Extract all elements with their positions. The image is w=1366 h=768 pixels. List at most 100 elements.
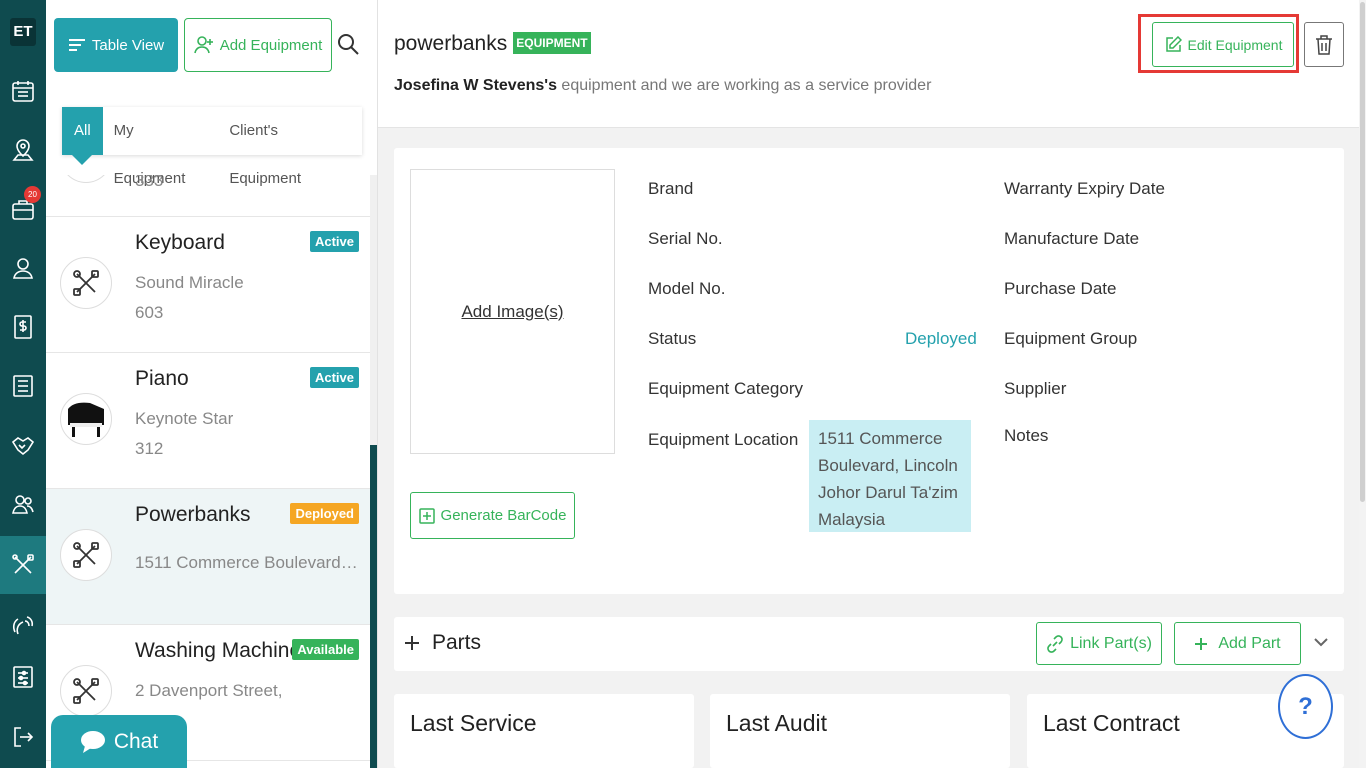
generate-barcode-label: Generate BarCode (440, 507, 567, 524)
status-badge: Deployed (290, 503, 359, 524)
location-label: Equipment Location (648, 430, 799, 449)
page-scrollbar-thumb[interactable] (1360, 2, 1365, 502)
list-item-name: Washing Machine (135, 639, 302, 662)
owner-description-text: equipment and we are working as a servic… (556, 77, 932, 94)
notification-badge: 20 (24, 186, 41, 203)
list-icon[interactable] (0, 357, 46, 415)
list-item-name: Powerbanks (135, 503, 251, 526)
add-equipment-button[interactable]: Add Equipment (184, 18, 332, 72)
plus-icon (1195, 637, 1208, 650)
equipment-info-card: Add Image(s) Generate BarCode Brand Seri… (394, 148, 1344, 594)
list-scrollbar-thumb[interactable] (370, 445, 377, 768)
piano-image (60, 393, 112, 445)
location-value: 1511 Commerce Boulevard, Lincoln Johor D… (809, 420, 971, 532)
filter-tab-all[interactable]: All (62, 107, 103, 165)
status-badge: Active (309, 367, 359, 388)
filter-tab-my-equipment[interactable]: My Equipment (103, 107, 219, 187)
equipment-type-tag: EQUIPMENT (513, 32, 591, 54)
app-logo[interactable]: ET (10, 18, 36, 46)
equipment-filter-tabs: All My Equipment Client's Equipment (62, 107, 362, 187)
list-item-address: 1511 Commerce Boulevard, Li... (135, 553, 361, 572)
location-line: Boulevard, Lincoln (818, 456, 958, 475)
list-item-name: Keyboard (135, 231, 225, 254)
page-title: powerbanks EQUIPMENT (394, 32, 591, 56)
category-label: Equipment Category (648, 379, 803, 398)
chat-button[interactable]: Chat (51, 715, 187, 768)
location-line: Johor Darul Ta'zim (818, 483, 958, 502)
model-label: Model No. (648, 279, 726, 298)
page-scrollbar[interactable] (1359, 0, 1366, 768)
add-equipment-label: Add Equipment (219, 36, 323, 54)
edit-equipment-label: Edit Equipment (1187, 36, 1283, 53)
tools-icon (60, 257, 112, 309)
last-audit-card: Last Audit (710, 694, 1010, 768)
calendar-icon[interactable] (0, 62, 46, 120)
table-view-button[interactable]: Table View (54, 18, 178, 72)
location-line: 1511 Commerce (818, 429, 943, 448)
generate-barcode-button[interactable]: Generate BarCode (410, 492, 575, 539)
handshake-icon[interactable] (0, 416, 46, 474)
invoice-dollar-icon[interactable] (0, 298, 46, 356)
list-item[interactable]: 333 (46, 175, 370, 217)
help-button[interactable]: ? (1278, 674, 1333, 739)
parts-section: Parts Link Part(s) Add Part (394, 617, 1344, 671)
chat-label: Chat (113, 729, 159, 753)
last-service-title: Last Service (410, 710, 537, 736)
filter-tab-clients-equipment[interactable]: Client's Equipment (218, 107, 362, 187)
search-icon[interactable] (336, 32, 362, 58)
user-icon[interactable] (0, 239, 46, 297)
add-images-link[interactable]: Add Image(s) (461, 302, 563, 322)
table-view-label: Table View (91, 36, 165, 54)
feedback-icon[interactable] (0, 596, 46, 654)
edit-pencil-icon (1165, 35, 1182, 52)
nav-rail: ET 20 (0, 0, 46, 768)
brand-label: Brand (648, 179, 694, 198)
image-upload-area[interactable]: Add Image(s) (410, 169, 615, 454)
status-badge: Available (292, 639, 359, 660)
chat-bubble-icon (80, 730, 105, 753)
link-icon (1047, 634, 1063, 653)
list-scrollbar[interactable] (370, 175, 377, 768)
group-label: Equipment Group (1004, 329, 1138, 348)
warranty-label: Warranty Expiry Date (1004, 179, 1165, 198)
add-part-label: Add Part (1218, 634, 1281, 652)
notes-label: Notes (1004, 426, 1049, 445)
manufacture-label: Manufacture Date (1004, 229, 1140, 248)
equipment-thumbnail (60, 175, 112, 183)
parts-toggle[interactable]: Parts (404, 631, 481, 655)
last-service-card: Last Service (394, 694, 694, 768)
list-item-address: 2 Davenport Street, (135, 681, 283, 700)
list-item-brand: Sound Miracle (135, 273, 244, 292)
last-audit-title: Last Audit (726, 710, 828, 736)
edit-equipment-button[interactable]: Edit Equipment (1152, 22, 1294, 67)
contacts-icon[interactable] (0, 475, 46, 533)
list-item-number: 603 (135, 303, 164, 322)
trash-icon (1316, 34, 1332, 55)
list-item-number: 312 (135, 439, 164, 458)
chevron-down-icon[interactable] (1314, 637, 1328, 647)
link-parts-button[interactable]: Link Part(s) (1036, 622, 1162, 665)
equipment-detail: powerbanks EQUIPMENT Josefina W Stevens's… (378, 0, 1366, 768)
list-item-selected[interactable]: Powerbanks Deployed 1511 Commerce Boulev… (46, 489, 370, 625)
add-part-button[interactable]: Add Part (1174, 622, 1301, 665)
settings-sliders-icon[interactable] (0, 648, 46, 706)
supplier-label: Supplier (1004, 379, 1067, 398)
equipment-name: powerbanks (394, 32, 508, 55)
equipment-tools-icon[interactable] (0, 536, 46, 594)
list-lines-icon (68, 39, 85, 51)
list-item[interactable]: Piano Active Keynote Star 312 (46, 353, 370, 489)
tools-icon (60, 529, 112, 581)
status-badge: Active (309, 231, 359, 252)
plus-icon (405, 636, 419, 650)
list-item[interactable]: Keyboard Active Sound Miracle 603 (46, 217, 370, 353)
jobs-briefcase-icon[interactable]: 20 (0, 180, 46, 238)
map-pin-icon[interactable] (0, 121, 46, 179)
logout-icon[interactable] (0, 708, 46, 766)
owner-name: Josefina W Stevens's (394, 77, 557, 94)
add-user-icon (193, 36, 213, 54)
delete-button[interactable] (1304, 22, 1344, 67)
tools-icon (60, 665, 112, 717)
link-parts-label: Link Part(s) (1070, 634, 1152, 652)
equipment-list-panel: Table View Add Equipment All My Equipmen… (46, 0, 378, 768)
equipment-list: 333 Keyboard Active Sound Miracle 603 Pi… (46, 175, 370, 768)
